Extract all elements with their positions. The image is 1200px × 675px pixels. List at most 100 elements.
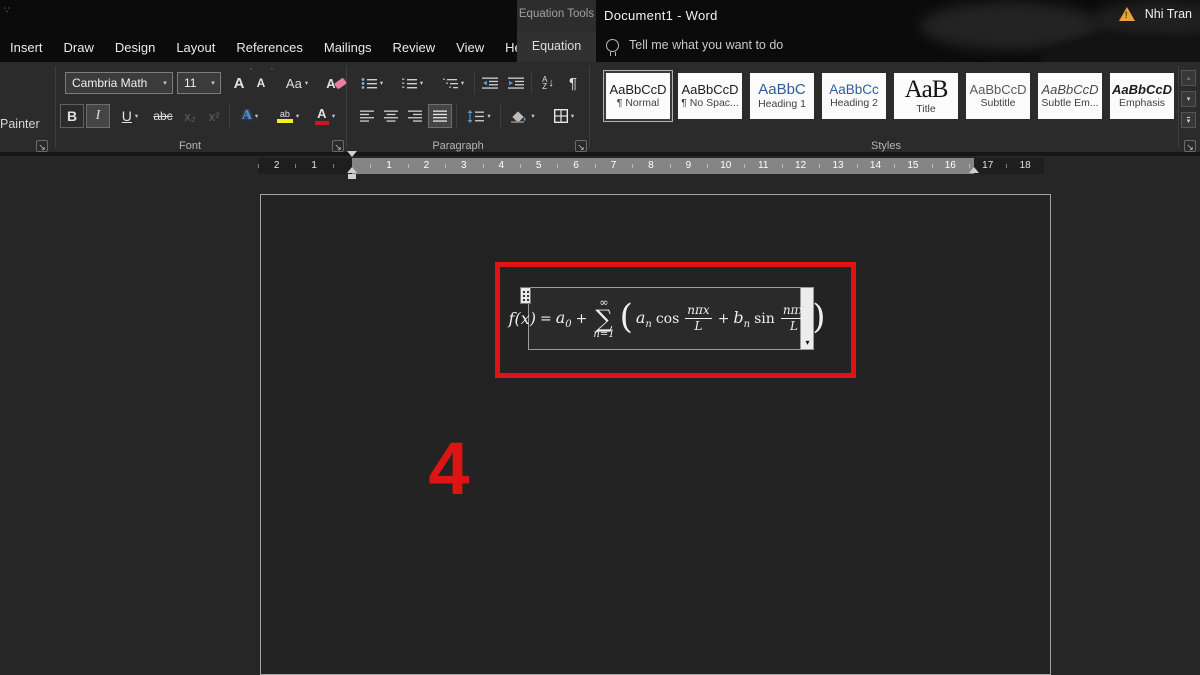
font-dialog-launcher-icon[interactable]: ↘ <box>332 140 344 152</box>
style-card[interactable]: AaBbCcD Subtle Em... <box>1035 70 1105 122</box>
tab-equation[interactable]: Equation <box>517 32 596 62</box>
style-card[interactable]: AaBbCcD ¶ No Spac... <box>675 70 745 122</box>
style-card[interactable]: AaBbC Heading 1 <box>747 70 817 122</box>
left-indent-marker[interactable] <box>348 174 356 179</box>
chevron-down-icon[interactable]: ▾ <box>135 112 138 120</box>
styles-dialog-launcher-icon[interactable]: ↘ <box>1184 140 1196 152</box>
ruler-number: 18 <box>1006 158 1043 174</box>
highlight-color-bar <box>277 119 293 123</box>
chevron-down-icon[interactable]: ▾ <box>487 112 490 120</box>
style-card[interactable]: AaBbCcD ¶ Normal <box>603 70 673 122</box>
chevron-down-icon[interactable]: ▾ <box>296 112 299 120</box>
style-preview: AaBbCcD <box>609 83 666 96</box>
align-right-button[interactable] <box>404 104 426 128</box>
bullets-button[interactable]: ▾ <box>356 72 388 94</box>
hanging-indent-marker[interactable] <box>347 167 357 173</box>
chevron-down-icon[interactable]: ▾ <box>461 79 464 87</box>
sort-button[interactable]: A Z ↓ <box>535 72 561 94</box>
ruler-number: 1 <box>295 158 332 174</box>
tell-me-box[interactable]: Tell me what you want to do <box>606 38 783 52</box>
align-center-button[interactable] <box>380 104 402 128</box>
ribbon-tab[interactable]: Mailings <box>324 38 372 58</box>
ribbon-tab[interactable]: Layout <box>176 38 215 58</box>
gallery-scroll-up-button[interactable]: ▴ <box>1181 70 1196 86</box>
styles-gallery: AaBbCcD ¶ Normal AaBbCcD ¶ No Spac... Aa… <box>603 70 1177 122</box>
eq-cos: cos <box>656 311 679 327</box>
show-hide-marks-button[interactable]: ¶ <box>562 72 584 94</box>
subscript-button[interactable]: x₂ <box>178 104 202 128</box>
align-center-icon <box>384 110 398 122</box>
equation-dropdown-icon[interactable]: ▾ <box>801 338 814 347</box>
quick-access-toolbar-icon[interactable]: ∵ <box>4 5 10 16</box>
chevron-down-icon[interactable]: ▾ <box>531 112 534 120</box>
clear-formatting-button[interactable]: A <box>318 72 344 94</box>
decrease-indent-button[interactable] <box>478 72 502 94</box>
ruler-number: 16 <box>932 158 969 174</box>
justify-button[interactable] <box>428 104 452 128</box>
account-area[interactable]: ! Nhi Tran <box>1119 7 1192 21</box>
group-divider <box>55 66 56 148</box>
bold-button[interactable]: B <box>60 104 84 128</box>
italic-button[interactable]: I <box>86 104 110 128</box>
right-indent-marker[interactable] <box>969 167 979 173</box>
grow-font-button[interactable]: A ˆ <box>228 72 250 94</box>
borders-button[interactable]: ▾ <box>544 104 584 128</box>
underline-button[interactable]: U ▾ <box>112 104 148 128</box>
change-case-button[interactable]: Aa ▾ <box>280 72 314 94</box>
style-name: ¶ No Spac... <box>681 97 739 109</box>
shading-button[interactable]: ▾ <box>504 104 542 128</box>
contextual-group-label: Equation Tools <box>517 8 596 20</box>
paragraph-dialog-launcher-icon[interactable]: ↘ <box>575 140 587 152</box>
decrease-indent-icon <box>482 77 498 89</box>
numbering-button[interactable]: ▾ <box>396 72 428 94</box>
clipboard-dialog-launcher-icon[interactable]: ↘ <box>36 140 48 152</box>
underline-icon: U <box>122 108 132 124</box>
ribbon-tab[interactable]: View <box>456 38 484 58</box>
font-name-combo[interactable]: Cambria Math ▾ <box>65 72 173 94</box>
ribbon-tab[interactable]: Insert <box>10 38 43 58</box>
style-card[interactable]: AaBbCcD Emphasis <box>1107 70 1177 122</box>
gallery-scroll-down-button[interactable]: ▾ <box>1181 91 1196 107</box>
ribbon-tab[interactable]: References <box>236 38 302 58</box>
style-card-face: AaBbCcD Subtitle <box>966 73 1030 119</box>
text-effects-button[interactable]: A ▾ <box>232 104 268 128</box>
chevron-down-icon[interactable]: ▾ <box>255 112 258 120</box>
ribbon-tab[interactable]: Draw <box>64 38 94 58</box>
chevron-down-icon[interactable]: ▾ <box>420 79 423 87</box>
ribbon-tab[interactable]: Design <box>115 38 155 58</box>
format-painter-label[interactable]: Painter <box>0 117 40 131</box>
text-highlight-button[interactable]: ab ▾ <box>268 104 308 128</box>
chevron-down-icon[interactable]: ▾ <box>158 79 172 87</box>
gallery-more-button[interactable]: ▾ <box>1181 112 1196 128</box>
chevron-down-icon[interactable]: ▾ <box>206 79 220 87</box>
increase-indent-button[interactable] <box>504 72 528 94</box>
ruler-number: 3 <box>445 158 482 174</box>
ribbon: Painter ↘ Cambria Math ▾ 11 ▾ A ˆ A ˆ Aa… <box>0 62 1200 152</box>
increase-indent-icon <box>508 77 524 89</box>
style-card[interactable]: AaBbCcD Subtitle <box>963 70 1033 122</box>
equation-drag-handle-icon[interactable] <box>520 287 531 304</box>
chevron-down-icon[interactable]: ▾ <box>380 79 383 87</box>
first-line-indent-marker[interactable] <box>347 151 357 157</box>
equation-box[interactable]: ▾ f(x) = a0 + ∞ ∑ n=1 ( an cos nπx L <box>528 287 814 350</box>
superscript-button[interactable]: x² <box>202 104 226 128</box>
equation-content[interactable]: f(x) = a0 + ∞ ∑ n=1 ( an cos nπx L + bn … <box>533 288 797 349</box>
style-card[interactable]: AaB Title <box>891 70 961 122</box>
chevron-down-icon[interactable]: ▾ <box>332 112 335 120</box>
style-card[interactable]: AaBbCc Heading 2 <box>819 70 889 122</box>
font-size-combo[interactable]: 11 ▾ <box>177 72 221 94</box>
eq-plus: + <box>576 311 588 327</box>
multilevel-list-button[interactable]: ▾ <box>436 72 470 94</box>
font-color-button[interactable]: A ▾ <box>306 104 344 128</box>
chevron-down-icon[interactable]: ▾ <box>571 112 574 120</box>
line-spacing-button[interactable]: ▾ <box>460 104 498 128</box>
shrink-font-button[interactable]: A ˆ <box>251 72 271 94</box>
lightbulb-icon <box>606 39 619 52</box>
eq-equals: = <box>540 311 552 327</box>
style-name: Heading 1 <box>758 98 806 110</box>
button-divider <box>500 104 501 128</box>
eq-bn: bn <box>733 308 750 330</box>
strikethrough-button[interactable]: abc <box>148 104 178 128</box>
ribbon-tab[interactable]: Review <box>393 38 436 58</box>
align-left-button[interactable] <box>356 104 378 128</box>
